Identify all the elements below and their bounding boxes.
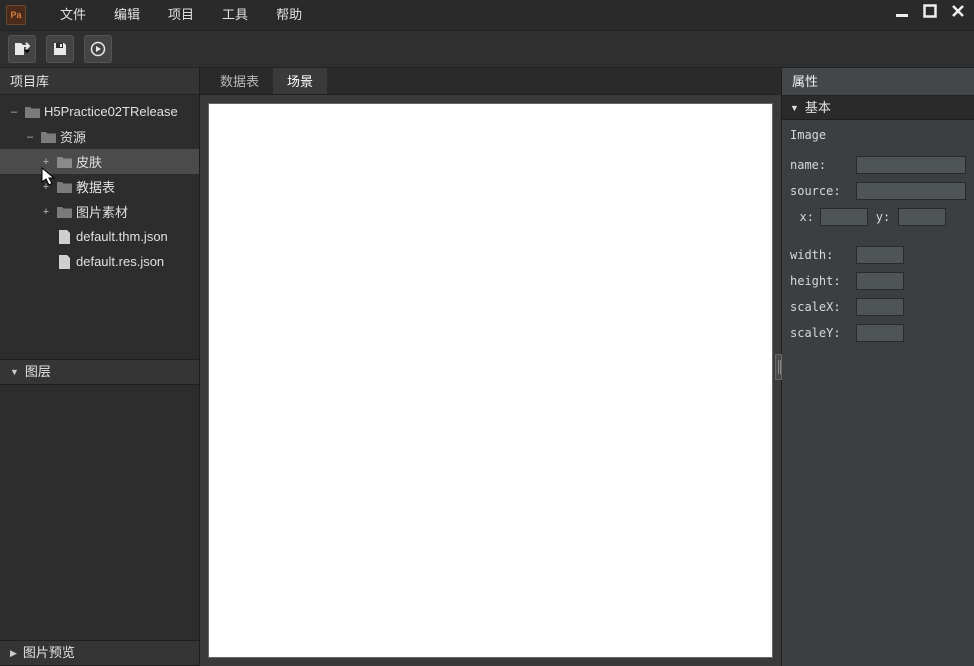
window-maximize-button[interactable] (918, 2, 942, 20)
tab-scene[interactable]: 场景 (273, 68, 327, 94)
window-close-button[interactable] (946, 2, 970, 20)
tab-data[interactable]: 数据表 (206, 68, 273, 94)
folder-icon (56, 180, 72, 194)
folder-icon (56, 205, 72, 219)
prop-height-label: height: (790, 274, 856, 288)
play-button[interactable] (84, 35, 112, 63)
expand-icon[interactable]: + (40, 206, 52, 218)
chevron-right-icon: ▶ (10, 640, 17, 666)
prop-source-input[interactable] (856, 182, 966, 200)
basic-section-header[interactable]: ▼ 基本 (782, 96, 974, 120)
basic-section-label: 基本 (805, 96, 831, 120)
layers-label: 图层 (25, 359, 51, 385)
menu-tools[interactable]: 工具 (208, 0, 262, 30)
prop-x-label: x: (790, 210, 814, 224)
scene-canvas[interactable] (208, 103, 773, 658)
tree-item-label: H5Practice02TRelease (44, 104, 178, 119)
tree-item-label: default.thm.json (76, 229, 168, 244)
folder-icon (56, 155, 72, 169)
project-library-header: 项目库 (0, 68, 199, 95)
tree-file-res[interactable]: default.res.json (0, 249, 199, 274)
layers-header[interactable]: ▼ 图层 (0, 359, 199, 385)
tree-file-thm[interactable]: default.thm.json (0, 224, 199, 249)
prop-y-input[interactable] (898, 208, 946, 226)
prop-y-label: y: (874, 210, 892, 224)
panel-resize-handle[interactable] (775, 354, 782, 380)
tree-image-material[interactable]: + 图片素材 (0, 199, 199, 224)
prop-name-label: name: (790, 158, 856, 172)
tree-item-label: 资源 (60, 127, 86, 146)
export-icon (13, 41, 31, 57)
menu-help[interactable]: 帮助 (262, 0, 316, 30)
tree-datatable[interactable]: + 教据表 (0, 174, 199, 199)
prop-scalex-label: scaleX: (790, 300, 856, 314)
prop-scaley-input[interactable] (856, 324, 904, 342)
minimize-icon (895, 4, 909, 18)
prop-scalex-input[interactable] (856, 298, 904, 316)
project-tree[interactable]: – H5Practice02TRelease – 资源 + 皮肤 + (0, 95, 199, 359)
export-button[interactable] (8, 35, 36, 63)
app-logo: Pa (6, 5, 26, 25)
tree-item-label: default.res.json (76, 254, 164, 269)
tree-item-label: 教据表 (76, 177, 115, 196)
image-preview-label: 图片预览 (23, 640, 75, 666)
collapse-icon[interactable]: – (24, 131, 36, 143)
center-tabs: 数据表 场景 (200, 68, 781, 95)
tree-resources[interactable]: – 资源 (0, 124, 199, 149)
prop-width-input[interactable] (856, 246, 904, 264)
folder-icon (24, 105, 40, 119)
expand-icon[interactable]: + (40, 181, 52, 193)
save-icon (52, 41, 68, 57)
chevron-down-icon: ▼ (790, 96, 799, 120)
prop-x-input[interactable] (820, 208, 868, 226)
save-button[interactable] (46, 35, 74, 63)
play-icon (90, 41, 106, 57)
menu-file[interactable]: 文件 (46, 0, 100, 30)
close-icon (951, 4, 965, 18)
file-icon (56, 255, 72, 269)
tree-skin[interactable]: + 皮肤 (0, 149, 199, 174)
menu-project[interactable]: 项目 (154, 0, 208, 30)
maximize-icon (923, 4, 937, 18)
chevron-down-icon: ▼ (10, 359, 19, 385)
collapse-icon[interactable]: – (8, 106, 20, 118)
prop-height-input[interactable] (856, 272, 904, 290)
object-type-label: Image (790, 126, 966, 152)
layers-panel[interactable] (0, 385, 199, 641)
tree-item-label: 图片素材 (76, 202, 128, 221)
expand-icon[interactable]: + (40, 156, 52, 168)
prop-source-label: source: (790, 184, 856, 198)
prop-width-label: width: (790, 248, 856, 262)
menu-edit[interactable]: 编辑 (100, 0, 154, 30)
properties-header: 属性 (782, 68, 974, 96)
file-icon (56, 230, 72, 244)
prop-scaley-label: scaleY: (790, 326, 856, 340)
image-preview-header[interactable]: ▶ 图片预览 (0, 640, 199, 666)
window-minimize-button[interactable] (890, 2, 914, 20)
tree-root[interactable]: – H5Practice02TRelease (0, 99, 199, 124)
tree-item-label: 皮肤 (76, 152, 102, 171)
folder-icon (40, 130, 56, 144)
prop-name-input[interactable] (856, 156, 966, 174)
